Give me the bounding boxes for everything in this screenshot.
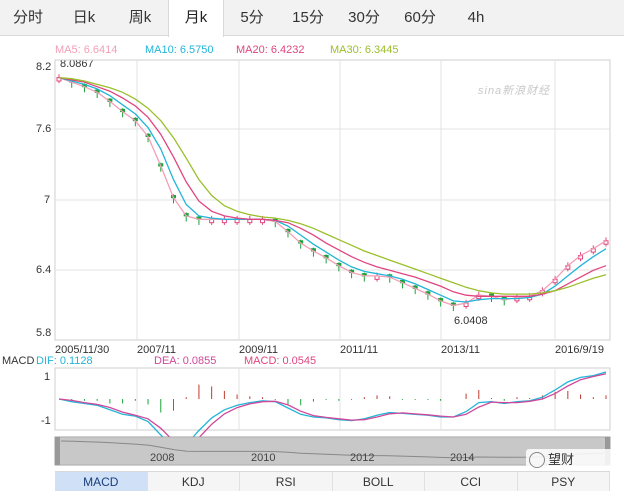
x-tick-label: 2016/9/19 <box>555 344 604 356</box>
x-tick-label: 2011/11 <box>340 344 379 356</box>
navigator-year: 2008 <box>150 452 175 464</box>
macd-value-legend: MACD: 0.0545 <box>244 355 317 367</box>
macd-y-tick: 1 <box>44 371 51 383</box>
dif-legend: DIF: 0.1128 <box>36 355 93 367</box>
indicator-tab[interactable]: KDJ <box>147 472 240 491</box>
navigator-handle-left <box>55 437 60 465</box>
macd-y-tick: -1 <box>41 415 51 427</box>
indicator-tab[interactable]: BOLL <box>332 472 425 491</box>
macd-frame <box>54 367 611 431</box>
dea-legend: DEA: 0.0855 <box>154 355 217 367</box>
navigator-year: 2010 <box>251 452 276 464</box>
navigator-year: 2014 <box>450 452 475 464</box>
indicator-tab[interactable]: CCI <box>425 472 518 491</box>
navigator-year: 2012 <box>350 452 375 464</box>
dif-line <box>58 371 607 448</box>
badge-text: 望财 <box>548 452 575 467</box>
x-tick-label: 2013/11 <box>441 344 480 356</box>
kline-chart[interactable] <box>0 0 624 491</box>
ma-line-ma20 <box>58 76 607 297</box>
macd-title: MACD <box>2 355 35 367</box>
indicator-tab[interactable]: RSI <box>240 472 333 491</box>
wechat-icon <box>529 452 545 468</box>
indicator-tab[interactable]: MACD <box>55 472 148 491</box>
indicator-tab[interactable]: PSY <box>517 472 610 491</box>
dea-line <box>58 373 607 447</box>
indicator-tab-bar: MACD KDJ RSI BOLL CCI PSY <box>55 471 610 491</box>
navigator-window <box>58 437 607 465</box>
wechat-badge: 望财 <box>526 449 616 471</box>
